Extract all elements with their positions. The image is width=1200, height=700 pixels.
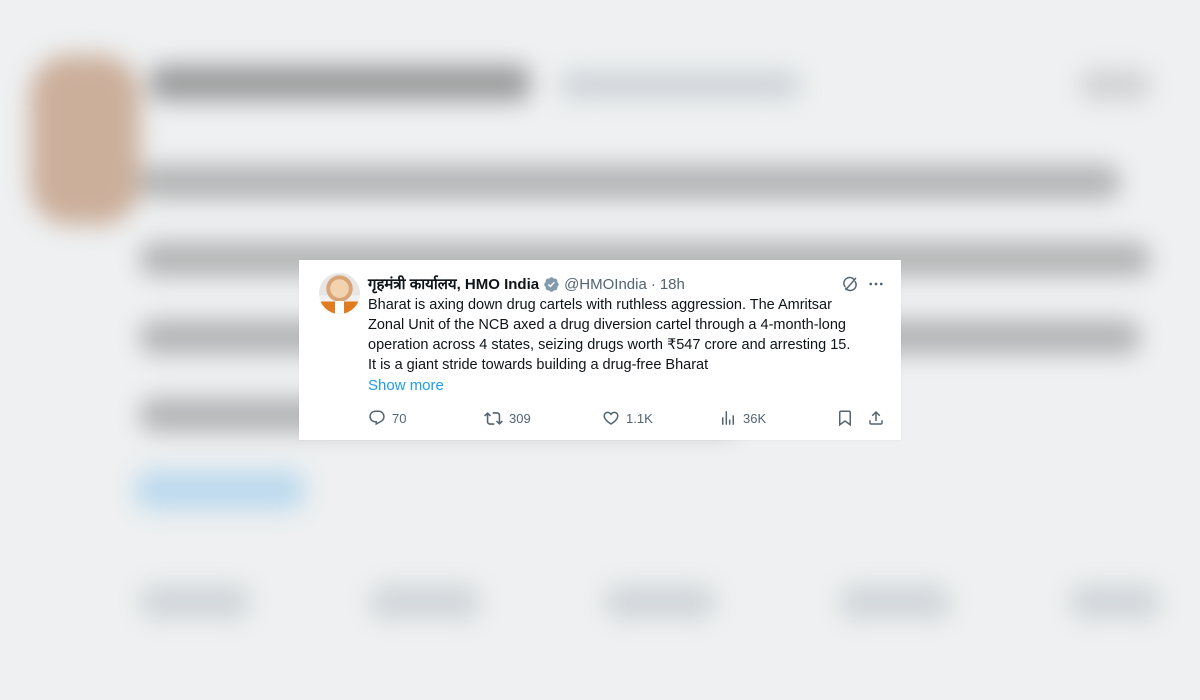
tweet-header: गृहमंत्री कार्यालय, HMO India @HMOIndia … xyxy=(368,273,685,295)
repost-count: 309 xyxy=(509,410,531,426)
display-name[interactable]: गृहमंत्री कार्यालय, HMO India xyxy=(368,274,539,294)
tweet-text-line: It is a giant stride towards building a … xyxy=(368,357,709,373)
reply-button[interactable]: 70 xyxy=(368,407,406,429)
tweet-text: Bharat is axing down drug cartels with r… xyxy=(368,295,888,375)
background-name-blur xyxy=(150,65,530,101)
bookmark-icon xyxy=(836,409,854,427)
background-icons-blur xyxy=(1080,70,1150,100)
user-handle[interactable]: @HMOIndia xyxy=(564,276,647,293)
heart-icon xyxy=(602,409,620,427)
background-handle-blur xyxy=(560,72,800,98)
tweet-card[interactable]: गृहमंत्री कार्यालय, HMO India @HMOIndia … xyxy=(299,260,901,440)
background-action-blur xyxy=(605,585,715,619)
views-count: 36K xyxy=(743,410,767,426)
show-more-link[interactable]: Show more xyxy=(368,376,444,396)
reply-icon xyxy=(368,409,386,427)
tweet-actions: 70 309 1.1K 36K xyxy=(299,407,901,429)
tweet-text-line: operation across 4 states, seizing drugs… xyxy=(368,337,851,353)
background-action-blur xyxy=(370,585,480,619)
bookmark-button[interactable] xyxy=(836,407,854,429)
background-action-blur xyxy=(140,585,250,619)
repost-button[interactable]: 309 xyxy=(484,407,531,429)
more-options-icon[interactable] xyxy=(866,274,886,294)
tweet-text-line: Zonal Unit of the NCB axed a drug divers… xyxy=(368,317,846,333)
tweet-timestamp[interactable]: 18h xyxy=(660,276,685,293)
header-separator: · xyxy=(650,275,656,293)
like-button[interactable]: 1.1K xyxy=(602,407,653,429)
views-button[interactable]: 36K xyxy=(719,407,766,429)
views-icon xyxy=(719,409,737,427)
avatar-collar xyxy=(335,301,344,314)
tweet-text-line: Bharat is axing down drug cartels with r… xyxy=(368,297,832,313)
background-text-line-blur xyxy=(140,165,1120,199)
background-avatar-blur xyxy=(30,55,140,225)
background-action-blur xyxy=(840,585,950,619)
grok-icon[interactable] xyxy=(840,274,860,294)
reply-count: 70 xyxy=(392,410,407,426)
avatar[interactable] xyxy=(319,273,360,314)
share-icon xyxy=(867,409,885,427)
verified-badge-icon[interactable] xyxy=(543,276,560,293)
share-button[interactable] xyxy=(867,407,885,429)
like-count: 1.1K xyxy=(626,410,653,426)
background-show-more-blur xyxy=(135,470,305,510)
repost-icon xyxy=(484,409,503,428)
background-action-blur xyxy=(1070,585,1160,619)
